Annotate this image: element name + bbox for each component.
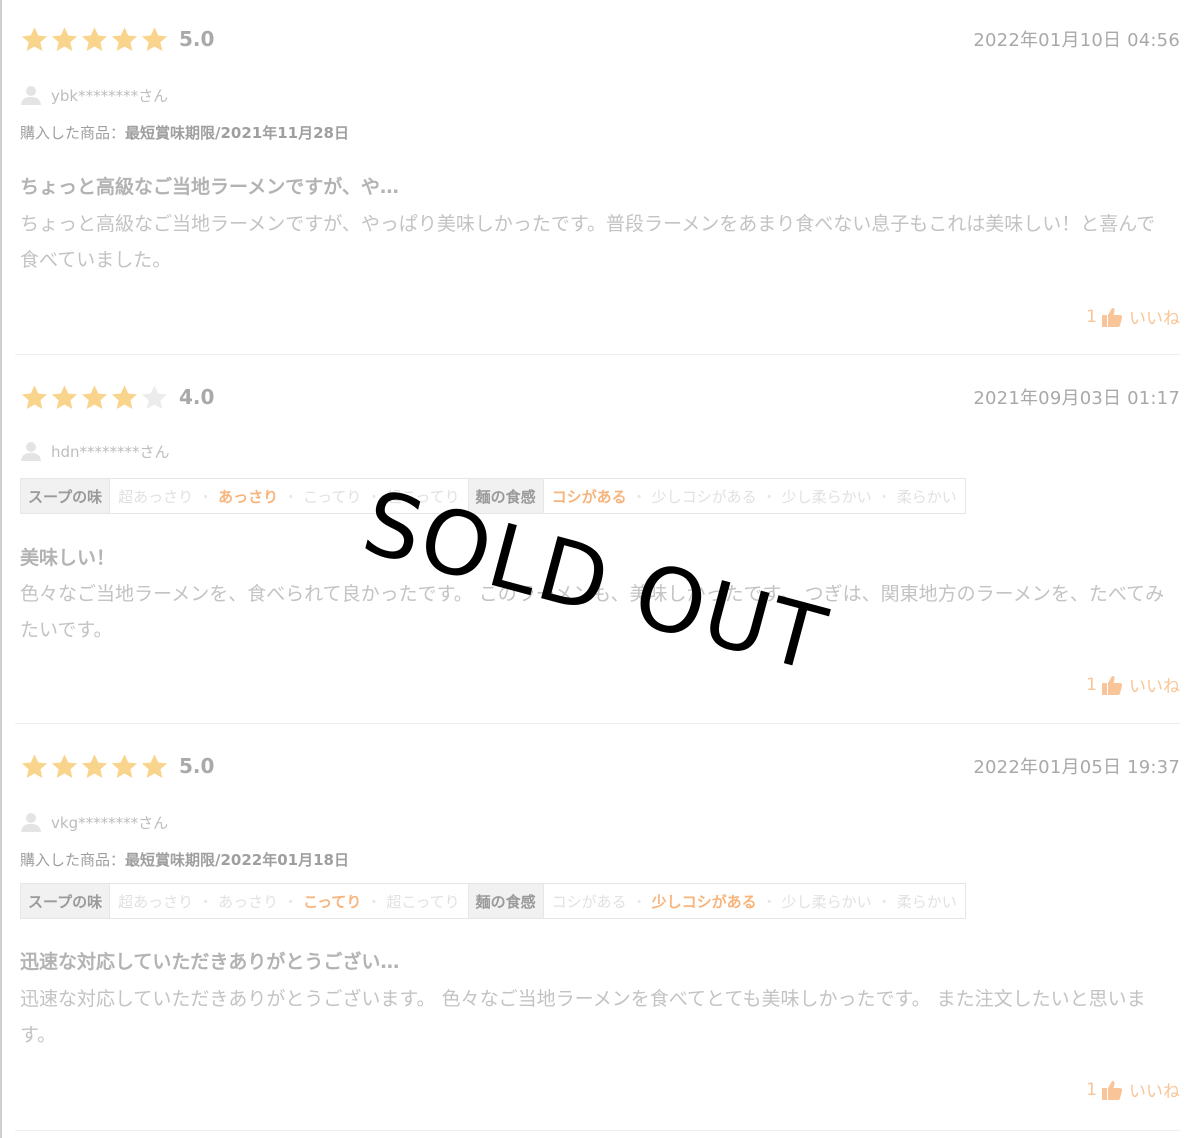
like-label: いいね <box>1129 677 1180 697</box>
attribute-option-selected: 少しコシがある <box>651 892 757 911</box>
reviewer: vkg********さん <box>20 811 168 833</box>
like-count: 1 <box>1086 674 1097 695</box>
attribute-option: こってり <box>303 487 362 506</box>
option-separator: ・ <box>876 892 892 911</box>
attribute-option: 少し柔らかい <box>781 892 872 911</box>
star-filled-icon <box>141 26 168 51</box>
star-filled-icon <box>51 753 78 778</box>
reviewer-name: ybk********さん <box>51 86 169 105</box>
star-filled-icon <box>81 753 108 778</box>
review-divider <box>15 723 1180 724</box>
option-separator: ・ <box>366 892 382 911</box>
star-empty-icon <box>141 384 168 409</box>
review-divider <box>15 1130 1180 1131</box>
like-count: 1 <box>1086 1079 1097 1100</box>
star-filled-icon <box>111 26 138 51</box>
attribute-option: 柔らかい <box>896 487 957 506</box>
review-body: 迅速な対応していただきありがとうございます。 色々なご当地ラーメンを食べてとても… <box>20 988 1146 1046</box>
thumbs-up-icon <box>1102 307 1123 327</box>
left-border <box>0 0 2 1138</box>
attribute-option: 少し柔らかい <box>781 487 872 506</box>
thumbs-up-icon <box>1102 1080 1123 1100</box>
rating-score: 5.0 <box>179 27 215 51</box>
star-rating <box>20 752 169 781</box>
attribute-options: 超あっさり・あっさり・こってり・超こってり <box>110 884 469 918</box>
thumbs-up-icon <box>1102 675 1123 695</box>
star-rating <box>20 383 169 412</box>
star-filled-icon <box>21 26 48 51</box>
reviewer-name: hdn********さん <box>51 442 170 461</box>
user-icon <box>21 86 41 105</box>
review-title: 迅速な対応していただきありがとうござい… <box>20 951 400 973</box>
purchased-item-label: 購入した商品： <box>20 124 126 142</box>
attribute-option: 超こってり <box>386 892 460 911</box>
star-filled-icon <box>81 384 108 409</box>
like-button[interactable]: 1 いいね <box>1086 304 1180 330</box>
like-count: 1 <box>1086 306 1097 327</box>
review-item: 5.0 2022年01月05日 19:37 vkg********さん 購入した… <box>20 749 1180 1129</box>
user-icon <box>21 813 41 832</box>
star-filled-icon <box>111 753 138 778</box>
like-label: いいね <box>1129 309 1180 329</box>
attribute-option: 超あっさり <box>118 892 194 911</box>
reviewer-name: vkg********さん <box>51 813 169 832</box>
option-separator: ・ <box>631 892 647 911</box>
attribute-options: コシがある・少しコシがある・少し柔らかい・柔らかい <box>544 479 965 513</box>
option-separator: ・ <box>631 487 647 506</box>
review-title: ちょっと高級なご当地ラーメンですが、や… <box>20 176 399 198</box>
purchased-item-value: 最短賞味期限/2022年01月18日 <box>125 851 349 869</box>
rating-row: 5.0 <box>20 22 214 56</box>
star-filled-icon <box>21 384 48 409</box>
attribute-option: 少しコシがある <box>651 487 757 506</box>
option-separator: ・ <box>761 487 777 506</box>
attribute-option-selected: こってり <box>303 892 362 911</box>
review-body: ちょっと高級なご当地ラーメンですが、やっぱり美味しかったです。普段ラーメンをあま… <box>20 213 1156 271</box>
reviewer: ybk********さん <box>20 84 168 106</box>
option-separator: ・ <box>761 892 777 911</box>
review-date: 2022年01月10日 04:56 <box>973 30 1180 51</box>
purchased-item-label: 購入した商品： <box>20 851 126 869</box>
like-button[interactable]: 1 いいね <box>1086 1077 1180 1103</box>
option-separator: ・ <box>876 487 892 506</box>
option-separator: ・ <box>283 487 299 506</box>
star-filled-icon <box>81 26 108 51</box>
option-separator: ・ <box>283 892 299 911</box>
attribute-option-selected: あっさり <box>218 487 279 506</box>
attribute-heading: 麺の食感 <box>468 884 544 918</box>
reviewer: hdn********さん <box>20 440 170 462</box>
option-separator: ・ <box>198 487 214 506</box>
rating-score: 5.0 <box>179 754 215 778</box>
attribute-option: 柔らかい <box>896 892 957 911</box>
user-icon <box>21 442 41 461</box>
attribute-options: コシがある・少しコシがある・少し柔らかい・柔らかい <box>544 884 965 918</box>
like-button[interactable]: 1 いいね <box>1086 672 1180 698</box>
review-divider <box>15 354 1180 355</box>
attribute-heading: スープの味 <box>21 884 111 918</box>
rating-row: 5.0 <box>20 749 214 783</box>
star-rating <box>20 25 169 54</box>
attribute-option: 超あっさり <box>118 487 194 506</box>
star-filled-icon <box>141 753 168 778</box>
attribute-option-selected: コシがある <box>551 487 627 506</box>
star-filled-icon <box>51 384 78 409</box>
rating-score: 4.0 <box>179 385 215 409</box>
attribute-heading: スープの味 <box>21 479 111 513</box>
attribute-option: あっさり <box>218 892 279 911</box>
attribute-option: コシがある <box>551 892 627 911</box>
purchased-item: 購入した商品：最短賞味期限/2021年11月28日 <box>20 122 349 143</box>
attribute-table: スープの味 超あっさり・あっさり・こってり・超こってり 麺の食感 コシがある・少しコシ… <box>20 883 966 919</box>
review-date: 2022年01月05日 19:37 <box>973 757 1180 778</box>
review-title: 美味しい！ <box>20 547 116 569</box>
purchased-item: 購入した商品：最短賞味期限/2022年01月18日 <box>20 849 349 870</box>
like-label: いいね <box>1129 1082 1180 1102</box>
purchased-item-value: 最短賞味期限/2021年11月28日 <box>125 124 349 142</box>
star-filled-icon <box>51 26 78 51</box>
option-separator: ・ <box>198 892 214 911</box>
review-item: 5.0 2022年01月10日 04:56 ybk********さん 購入した… <box>20 22 1180 352</box>
review-date: 2021年09月03日 01:17 <box>973 388 1180 409</box>
star-filled-icon <box>111 384 138 409</box>
star-filled-icon <box>21 753 48 778</box>
rating-row: 4.0 <box>20 380 214 414</box>
